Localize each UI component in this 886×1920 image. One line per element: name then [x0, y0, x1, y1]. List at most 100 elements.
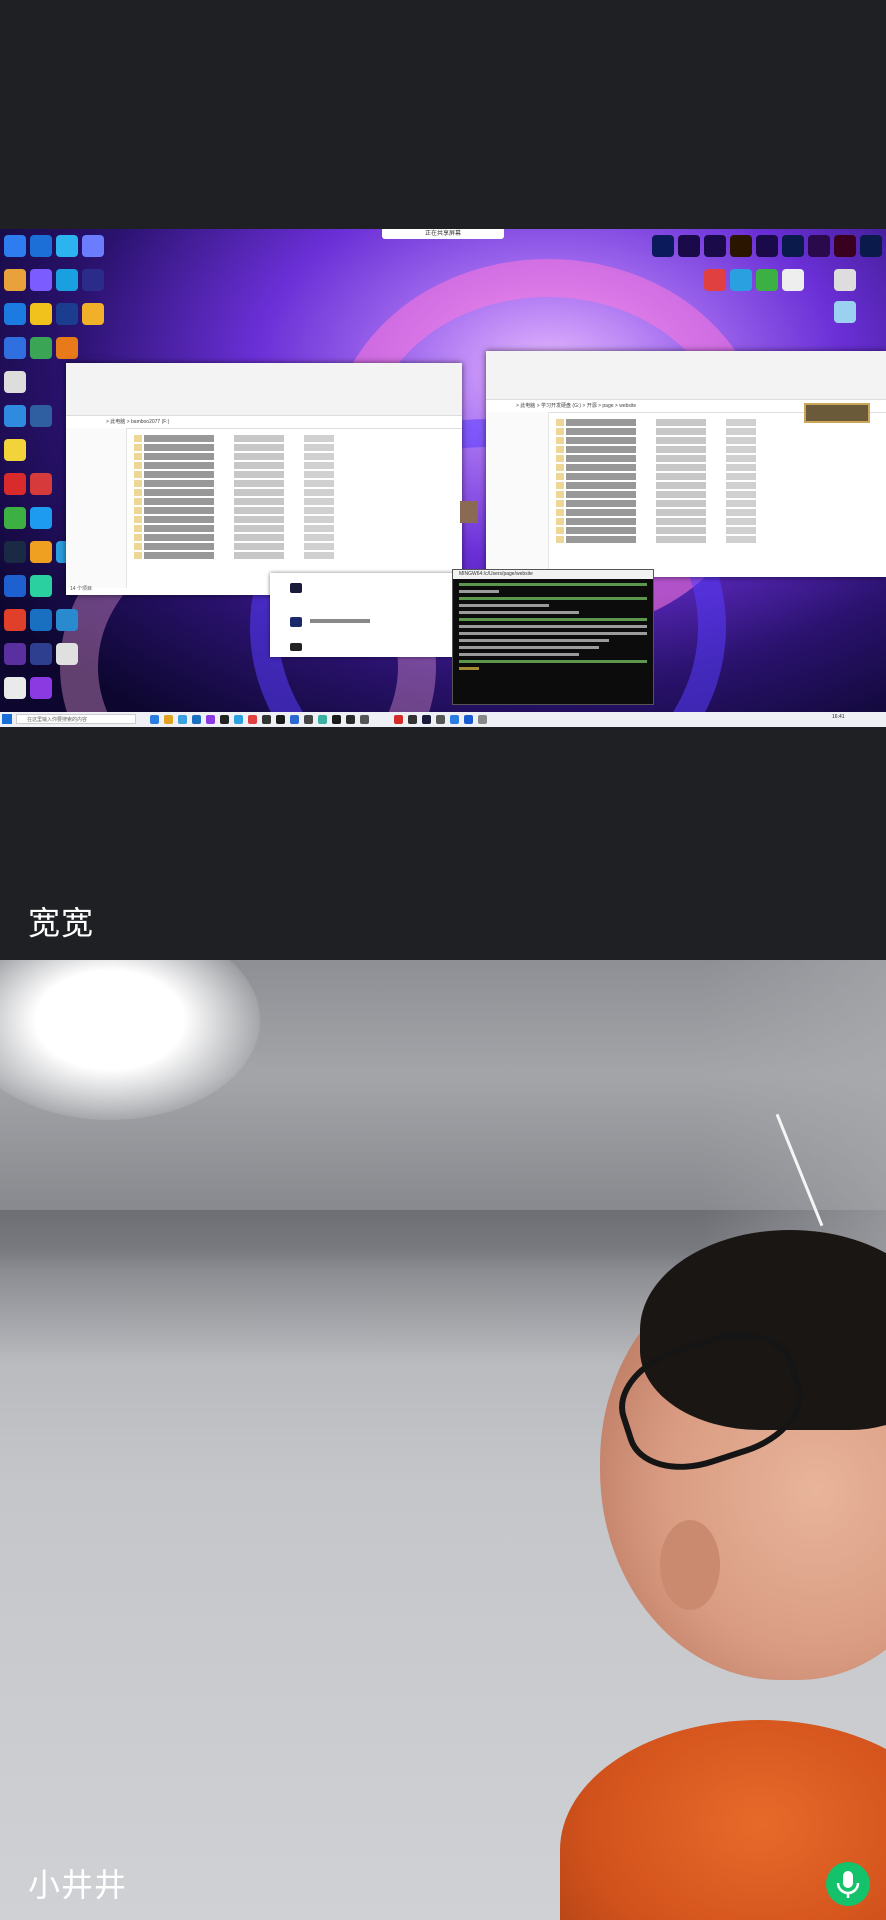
- explorer-nav-pane[interactable]: [66, 428, 127, 588]
- desktop-app-icon[interactable]: [56, 235, 78, 257]
- desktop-app-icon[interactable]: [4, 473, 26, 495]
- desktop-app-icon[interactable]: [4, 507, 26, 529]
- desktop-app-icon[interactable]: [4, 575, 26, 597]
- file-row[interactable]: [556, 536, 784, 543]
- camera-video-feed[interactable]: [0, 960, 886, 1920]
- taskbar-app-icon[interactable]: [290, 715, 299, 724]
- desktop-app-icon[interactable]: [4, 643, 26, 665]
- desktop-app-icon[interactable]: [756, 269, 778, 291]
- desktop-app-icon[interactable]: [56, 269, 78, 291]
- desktop-app-icon[interactable]: [4, 541, 26, 563]
- taskbar-app-icon[interactable]: [304, 715, 313, 724]
- desktop-app-icon[interactable]: [730, 269, 752, 291]
- taskbar-app-icon[interactable]: [464, 715, 473, 724]
- taskbar-app-icon[interactable]: [394, 715, 403, 724]
- taskbar-app-icon[interactable]: [478, 715, 487, 724]
- desktop-app-icon[interactable]: [4, 609, 26, 631]
- desktop-app-icon[interactable]: [30, 337, 52, 359]
- desktop-app-icon[interactable]: [756, 235, 778, 257]
- desktop-app-icon[interactable]: [730, 235, 752, 257]
- chat-window[interactable]: [270, 573, 454, 657]
- desktop-app-icon[interactable]: [834, 235, 856, 257]
- explorer-nav-pane[interactable]: [486, 412, 549, 572]
- desktop-app-icon[interactable]: [56, 643, 78, 665]
- file-row[interactable]: [556, 491, 784, 498]
- desktop-app-icon[interactable]: [808, 235, 830, 257]
- file-row[interactable]: [134, 507, 422, 514]
- desktop-app-icon[interactable]: [4, 439, 26, 461]
- file-row[interactable]: [134, 543, 422, 550]
- file-row[interactable]: [556, 419, 784, 426]
- desktop-app-icon[interactable]: [30, 405, 52, 427]
- desktop-app-icon[interactable]: [860, 235, 882, 257]
- desktop-app-icon[interactable]: [30, 609, 52, 631]
- explorer-file-list[interactable]: [550, 417, 790, 545]
- desktop-app-icon[interactable]: [834, 301, 856, 323]
- taskbar-app-icon[interactable]: [206, 715, 215, 724]
- desktop-app-icon[interactable]: [82, 235, 104, 257]
- desktop-app-icon[interactable]: [30, 507, 52, 529]
- desktop-app-icon[interactable]: [4, 269, 26, 291]
- desktop-app-icon[interactable]: [30, 575, 52, 597]
- taskbar-app-icon[interactable]: [192, 715, 201, 724]
- desktop-app-icon[interactable]: [30, 473, 52, 495]
- file-row[interactable]: [134, 489, 422, 496]
- screen-share-view[interactable]: 正在共享屏幕 > 此电脑 > bamboo2077 (F:) 14 个项目 > …: [0, 229, 886, 727]
- taskbar-app-icon[interactable]: [346, 715, 355, 724]
- taskbar-app-icon[interactable]: [262, 715, 271, 724]
- desktop-app-icon[interactable]: [30, 303, 52, 325]
- desktop-app-icon[interactable]: [704, 235, 726, 257]
- terminal-window[interactable]: MINGW64:/c/Users/page/website: [452, 569, 654, 705]
- taskbar-app-icon[interactable]: [450, 715, 459, 724]
- desktop-app-icon[interactable]: [82, 303, 104, 325]
- desktop-app-icon[interactable]: [782, 269, 804, 291]
- taskbar-app-icon[interactable]: [276, 715, 285, 724]
- taskbar-app-icon[interactable]: [234, 715, 243, 724]
- desktop-app-icon[interactable]: [834, 269, 856, 291]
- taskbar-app-icon[interactable]: [220, 715, 229, 724]
- file-explorer-window-left[interactable]: > 此电脑 > bamboo2077 (F:) 14 个项目: [66, 363, 462, 595]
- taskbar-app-icon[interactable]: [360, 715, 369, 724]
- file-row[interactable]: [134, 516, 422, 523]
- taskbar-app-icon[interactable]: [318, 715, 327, 724]
- file-row[interactable]: [134, 453, 422, 460]
- desktop-app-icon[interactable]: [4, 235, 26, 257]
- taskbar-app-icon[interactable]: [248, 715, 257, 724]
- file-row[interactable]: [134, 552, 422, 559]
- desktop-app-icon[interactable]: [678, 235, 700, 257]
- file-row[interactable]: [556, 518, 784, 525]
- file-row[interactable]: [134, 525, 422, 532]
- explorer-ribbon[interactable]: [486, 351, 886, 400]
- microphone-button[interactable]: [826, 1862, 870, 1906]
- desktop-app-icon[interactable]: [56, 337, 78, 359]
- desktop-app-icon[interactable]: [4, 303, 26, 325]
- file-explorer-window-right[interactable]: > 此电脑 > 学习开发硬盘 (G:) > 开源 > page > websit…: [486, 351, 886, 577]
- desktop-app-icon[interactable]: [30, 643, 52, 665]
- file-row[interactable]: [556, 446, 784, 453]
- file-row[interactable]: [134, 435, 422, 442]
- file-row[interactable]: [556, 464, 784, 471]
- explorer-ribbon[interactable]: [66, 363, 462, 416]
- desktop-app-icon[interactable]: [4, 371, 26, 393]
- file-row[interactable]: [556, 455, 784, 462]
- taskbar-app-icon[interactable]: [408, 715, 417, 724]
- file-row[interactable]: [134, 498, 422, 505]
- desktop-app-icon[interactable]: [56, 303, 78, 325]
- file-row[interactable]: [556, 437, 784, 444]
- taskbar-app-icon[interactable]: [164, 715, 173, 724]
- file-row[interactable]: [556, 473, 784, 480]
- file-row[interactable]: [556, 482, 784, 489]
- taskbar-app-icon[interactable]: [178, 715, 187, 724]
- file-row[interactable]: [556, 509, 784, 516]
- desktop-app-icon[interactable]: [4, 337, 26, 359]
- file-row[interactable]: [556, 500, 784, 507]
- taskbar-app-icon[interactable]: [422, 715, 431, 724]
- file-row[interactable]: [556, 527, 784, 534]
- desktop-app-icon[interactable]: [782, 235, 804, 257]
- desktop-app-icon[interactable]: [30, 541, 52, 563]
- file-row[interactable]: [134, 471, 422, 478]
- file-row[interactable]: [134, 534, 422, 541]
- file-row[interactable]: [556, 428, 784, 435]
- desktop-app-icon[interactable]: [56, 609, 78, 631]
- taskbar-app-icon[interactable]: [332, 715, 341, 724]
